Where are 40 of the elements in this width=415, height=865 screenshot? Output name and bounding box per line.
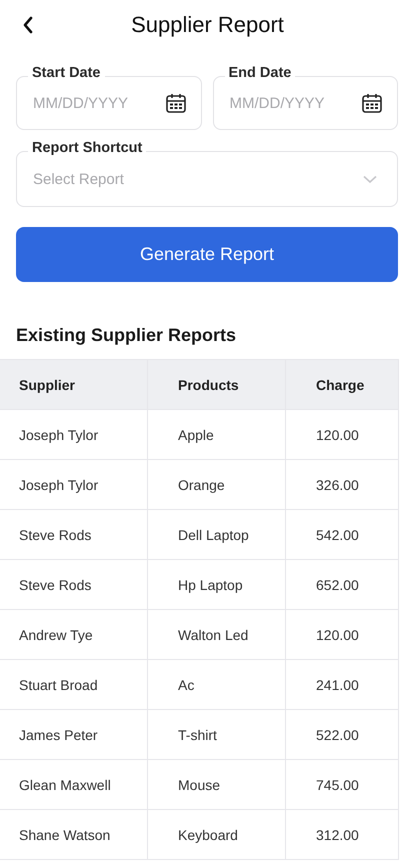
table-cell: Andrew Tye [0,610,148,660]
table-cell: Walton Led [148,610,286,660]
field-label: Report Shortcut [28,140,146,156]
calendar-icon[interactable] [361,92,383,114]
table-cell: James Peter [0,710,148,760]
placeholder-text: Select Report [33,170,125,188]
section-title: Existing Supplier Reports [16,325,238,346]
table-cell: Joseph Tylor [0,410,148,460]
table-cell: 326.00 [286,460,398,510]
table-cell: Hp Laptop [148,560,286,610]
column-header: Charge [286,360,398,410]
table-cell: Ac [148,660,286,710]
table-cell: 120.00 [286,610,398,660]
table-cell: Stuart Broad [0,660,148,710]
table-cell: Orange [148,460,286,510]
placeholder-text: MM/DD/YYYY [33,94,130,112]
table-cell: Steve Rods [0,510,148,560]
placeholder-text: MM/DD/YYYY [230,94,326,112]
table-cell: 745.00 [286,760,398,810]
table-cell: Mouse [148,760,286,810]
chevron-down-icon [363,174,377,184]
column-header: Products [148,360,286,410]
table-cell: 120.00 [286,410,398,460]
table-cell: 312.00 [286,810,398,860]
table-cell: T-shirt [148,710,286,760]
table-cell: Dell Laptop [148,510,286,560]
table-cell: Apple [148,410,286,460]
generate-report-button[interactable]: Generate Report [16,227,398,282]
table-cell: 522.00 [286,710,398,760]
table-cell: Keyboard [148,810,286,860]
table-cell: Glean Maxwell [0,760,148,810]
table-cell: 241.00 [286,660,398,710]
table-cell: Shane Watson [0,810,148,860]
column-header: Supplier [0,360,148,410]
table-cell: 652.00 [286,560,398,610]
table-cell: Joseph Tylor [0,460,148,510]
table-cell: Steve Rods [0,560,148,610]
table-cell: 542.00 [286,510,398,560]
page-title: Supplier Report [131,12,284,38]
calendar-icon[interactable] [164,92,186,114]
